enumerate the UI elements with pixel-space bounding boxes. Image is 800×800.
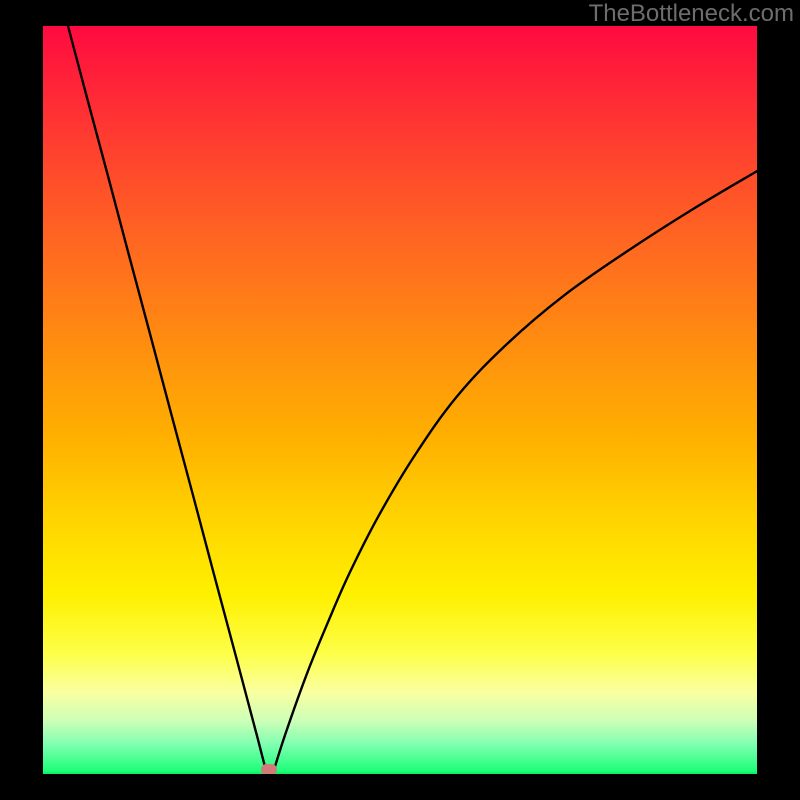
- watermark-text: TheBottleneck.com: [589, 0, 794, 28]
- curve-min-marker: [261, 764, 277, 775]
- bottleneck-curve: [43, 26, 757, 774]
- chart-frame: TheBottleneck.com: [0, 0, 800, 800]
- plot-area: [43, 26, 757, 774]
